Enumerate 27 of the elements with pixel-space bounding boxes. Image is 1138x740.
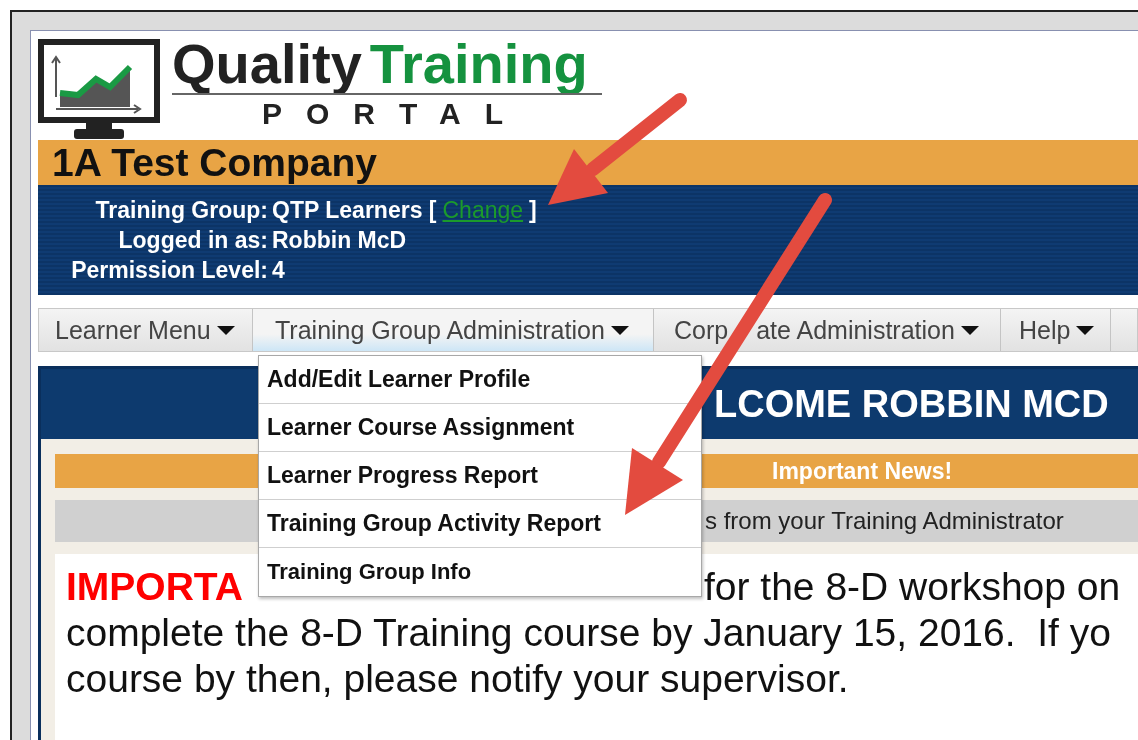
menu-item[interactable]: Training Group Info xyxy=(259,548,701,596)
message-text: for the 8-D workshop on xyxy=(704,564,1121,610)
logo-subtitle: PORTAL xyxy=(261,97,529,131)
info-value: 4 xyxy=(272,257,285,285)
company-name: 1A Test Company xyxy=(52,140,378,185)
welcome-text: LCOME ROBBIN MCD xyxy=(714,382,1109,426)
news-subtitle: s from your Training Administrator xyxy=(705,507,1064,535)
caret-icon xyxy=(610,325,629,335)
menu-tab[interactable]: Help xyxy=(1001,309,1111,351)
bracket-text: ] xyxy=(529,197,537,225)
menu-tab[interactable]: Training Group Administration xyxy=(253,309,654,351)
info-value: Robbin McD xyxy=(272,227,407,255)
menu-item[interactable]: Add/Edit Learner Profile xyxy=(259,356,701,404)
menu-item[interactable]: Learner Course Assignment xyxy=(259,404,701,452)
chart-monitor-icon xyxy=(38,39,160,141)
info-value: QTP Learners [ xyxy=(272,197,437,225)
message-text: IMPORTA xyxy=(66,564,243,610)
caret-icon xyxy=(960,325,979,335)
caret-icon xyxy=(1076,325,1095,335)
message-text: complete the 8-D Training course by January 15, 2016. If yo xyxy=(66,610,1111,656)
info-label: Training Group: xyxy=(94,197,268,225)
info-label: Logged in as: xyxy=(117,227,268,255)
menu-tab[interactable]: Corp ate Administration xyxy=(654,309,1001,351)
message-text: course by then, please notify your supervisor. xyxy=(66,656,849,702)
info-label: Permission Level: xyxy=(70,257,268,285)
caret-icon xyxy=(216,325,235,335)
news-title: Important News! xyxy=(772,457,953,485)
